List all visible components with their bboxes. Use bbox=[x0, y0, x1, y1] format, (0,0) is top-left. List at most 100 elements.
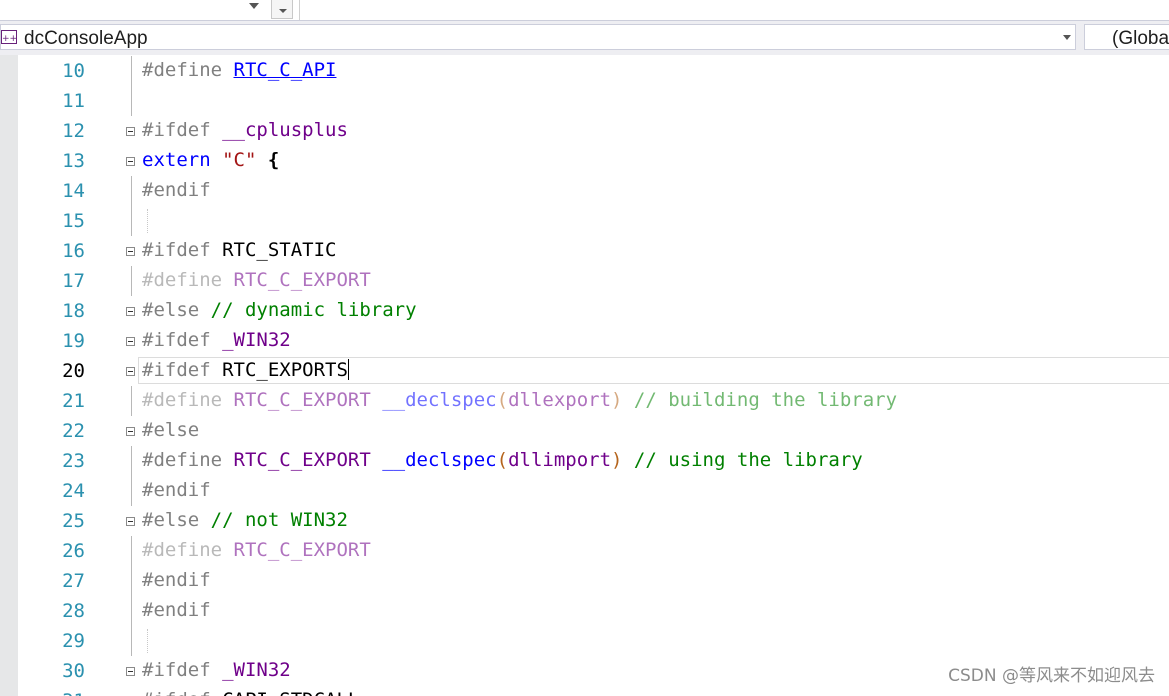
top-toolbar-strip bbox=[0, 0, 1169, 20]
code-token: #ifdef bbox=[142, 119, 223, 141]
code-line[interactable]: 27 #endif bbox=[0, 566, 1169, 596]
scope-name: (Global Scope) bbox=[1112, 28, 1169, 49]
code-text: #else // dynamic library bbox=[142, 299, 417, 321]
project-icon: ++ bbox=[1, 30, 17, 44]
project-dropdown[interactable]: ++ dcConsoleApp bbox=[0, 24, 1076, 50]
code-text: #ifdef __cplusplus bbox=[142, 119, 348, 141]
line-number: 31 bbox=[18, 690, 85, 696]
code-line[interactable]: 14 #endif bbox=[0, 176, 1169, 206]
code-text: #define RTC_C_EXPORT __declspec(dllexpor… bbox=[142, 389, 897, 411]
code-text: #ifdef _WIN32 bbox=[142, 659, 291, 681]
code-token: ( bbox=[496, 449, 509, 471]
code-line[interactable]: 19 #ifdef _WIN32 bbox=[0, 326, 1169, 356]
code-line[interactable]: 21 #define RTC_C_EXPORT __declspec(dllexp… bbox=[0, 386, 1169, 416]
code-token: #define bbox=[142, 59, 234, 81]
line-number: 18 bbox=[62, 300, 85, 322]
code-text: #ifdef RTC_EXPORTS bbox=[142, 359, 349, 381]
code-token: #ifdef bbox=[142, 329, 223, 351]
code-line[interactable]: 10 #define RTC_C_API bbox=[0, 56, 1169, 86]
code-token: ( bbox=[496, 389, 509, 411]
line-number: 19 bbox=[62, 330, 85, 352]
collapse-icon[interactable] bbox=[126, 247, 135, 256]
indent-guide bbox=[147, 209, 148, 233]
line-number: 29 bbox=[62, 630, 85, 652]
code-text: #define RTC_C_EXPORT bbox=[142, 539, 371, 561]
code-line[interactable]: 13 extern "C" { bbox=[0, 146, 1169, 176]
code-token: #else bbox=[142, 299, 211, 321]
code-line[interactable]: 31 #ifdef CAPI_STDCALL bbox=[0, 686, 1169, 696]
collapse-icon[interactable] bbox=[126, 127, 135, 136]
outline-guide bbox=[131, 206, 132, 236]
collapse-icon[interactable] bbox=[126, 367, 135, 376]
code-line[interactable]: 25 #else // not WIN32 bbox=[0, 506, 1169, 536]
code-token: #endif bbox=[142, 599, 211, 621]
code-line[interactable]: 11 bbox=[0, 86, 1169, 116]
code-line[interactable]: 16 #ifdef RTC_STATIC bbox=[0, 236, 1169, 266]
code-line[interactable]: 20 #ifdef RTC_EXPORTS bbox=[0, 356, 1169, 386]
outline-guide bbox=[131, 476, 132, 506]
outline-guide bbox=[131, 56, 132, 86]
divider bbox=[299, 0, 300, 20]
code-text: #endif bbox=[142, 599, 211, 621]
code-editor[interactable]: 10 #define RTC_C_API 11 12 #ifdef __cplusplu… bbox=[0, 55, 1169, 696]
code-text: #define RTC_C_EXPORT bbox=[142, 269, 371, 291]
line-number: 10 bbox=[62, 60, 85, 82]
code-token: #define bbox=[142, 449, 234, 471]
line-number: 11 bbox=[62, 90, 85, 112]
code-line[interactable]: 24 #endif bbox=[0, 476, 1169, 506]
outline-guide bbox=[131, 626, 132, 656]
collapse-icon[interactable] bbox=[126, 157, 135, 166]
line-number: 25 bbox=[62, 510, 85, 532]
code-line[interactable]: 26 #define RTC_C_EXPORT bbox=[0, 536, 1169, 566]
line-number: 16 bbox=[62, 240, 85, 262]
code-token: { bbox=[256, 149, 280, 171]
code-token: #endif bbox=[142, 179, 211, 201]
outline-guide bbox=[131, 86, 132, 116]
line-number: 26 bbox=[62, 540, 85, 562]
code-token: // dynamic library bbox=[210, 299, 417, 321]
code-token: __declspec bbox=[382, 449, 497, 471]
chevron-down-icon bbox=[279, 9, 287, 13]
chevron-down-icon[interactable] bbox=[1063, 35, 1071, 40]
outline-guide bbox=[131, 536, 132, 566]
indent-guide bbox=[147, 629, 148, 653]
code-token: // not WIN32 bbox=[210, 509, 348, 531]
code-line[interactable]: 18 #else // dynamic library bbox=[0, 296, 1169, 326]
scope-dropdown[interactable]: (Global Scope) bbox=[1084, 24, 1169, 50]
code-line[interactable]: 28 #endif bbox=[0, 596, 1169, 626]
code-token: RTC_C_EXPORT bbox=[233, 539, 371, 561]
line-number: 22 bbox=[62, 420, 85, 442]
chevron-down-icon[interactable] bbox=[249, 3, 259, 9]
line-number: 30 bbox=[62, 660, 85, 682]
code-token: _WIN32 bbox=[222, 659, 291, 681]
outline-guide bbox=[131, 386, 132, 416]
code-text: extern "C" { bbox=[142, 149, 279, 171]
code-line[interactable]: 22 #else bbox=[0, 416, 1169, 446]
code-token: _WIN32 bbox=[222, 329, 291, 351]
line-number: 21 bbox=[62, 390, 85, 412]
dropdown-button[interactable] bbox=[271, 0, 293, 19]
code-line[interactable]: 15 bbox=[0, 206, 1169, 236]
collapse-icon[interactable] bbox=[126, 337, 135, 346]
collapse-icon[interactable] bbox=[126, 667, 135, 676]
code-line[interactable]: 12 #ifdef __cplusplus bbox=[0, 116, 1169, 146]
line-number: 14 bbox=[62, 180, 85, 202]
code-line[interactable]: 23 #define RTC_C_EXPORT __declspec(dllimp… bbox=[0, 446, 1169, 476]
code-token: #ifdef bbox=[142, 659, 223, 681]
collapse-icon[interactable] bbox=[126, 517, 135, 526]
code-text: #endif bbox=[142, 479, 211, 501]
code-line[interactable]: 17 #define RTC_C_EXPORT bbox=[0, 266, 1169, 296]
collapse-icon[interactable] bbox=[126, 307, 135, 316]
code-token: #define bbox=[142, 539, 234, 561]
svg-text:++: ++ bbox=[2, 34, 17, 44]
line-number: 24 bbox=[62, 480, 85, 502]
code-token: #endif bbox=[142, 479, 211, 501]
code-token: #endif bbox=[142, 569, 211, 591]
code-token: RTC_C_EXPORT bbox=[233, 389, 383, 411]
code-token: RTC_C_API bbox=[233, 59, 337, 81]
code-token: __cplusplus bbox=[222, 119, 348, 141]
collapse-icon[interactable] bbox=[126, 427, 135, 436]
code-line[interactable]: 29 bbox=[0, 626, 1169, 656]
code-token: RTC_C_EXPORT bbox=[233, 269, 371, 291]
project-name: dcConsoleApp bbox=[24, 28, 148, 49]
